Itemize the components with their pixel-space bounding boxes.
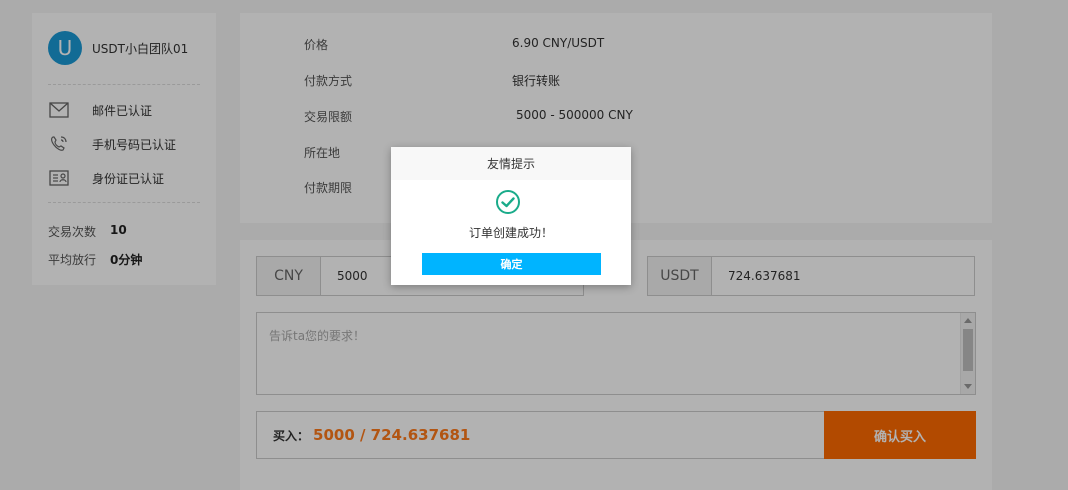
notice-dialog: 友情提示 订单创建成功！ 确定 [391,147,631,285]
check-circle-icon [495,189,521,215]
dialog-ok-button[interactable]: 确定 [422,253,601,275]
dialog-title: 友情提示 [391,147,631,180]
dialog-message: 订单创建成功！ [468,226,553,240]
